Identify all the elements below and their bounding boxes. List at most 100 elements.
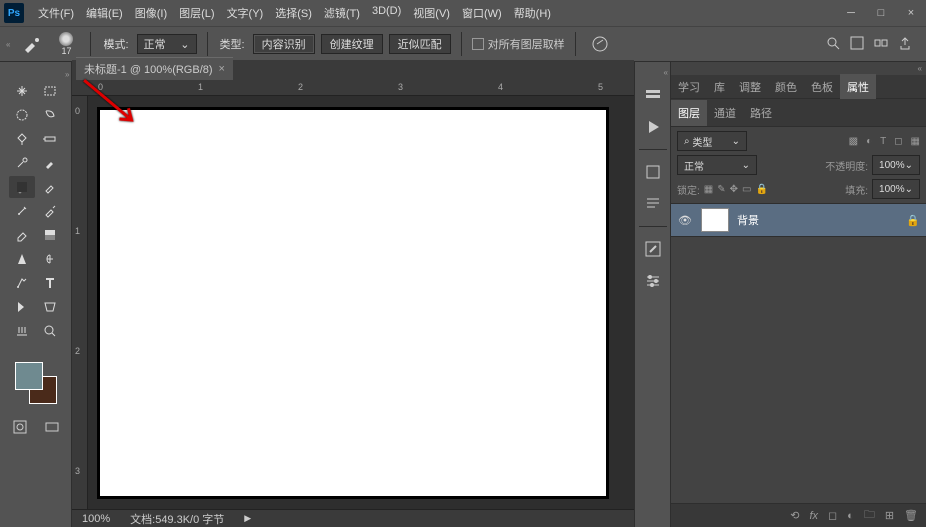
history-brush-tool[interactable] — [37, 200, 63, 222]
close-button[interactable]: × — [896, 0, 926, 26]
history-icon[interactable] — [639, 81, 667, 109]
menu-item[interactable]: 文字(Y) — [221, 1, 270, 25]
blur-tool[interactable] — [9, 248, 35, 270]
menu-item[interactable]: 图像(I) — [129, 1, 173, 25]
magic-wand-tool[interactable] — [9, 128, 35, 150]
create-texture-button[interactable]: 创建纹理 — [321, 34, 383, 54]
new-layer-icon[interactable]: ⊞ — [885, 509, 894, 522]
workspace-icon[interactable] — [874, 36, 888, 53]
play-icon[interactable] — [639, 113, 667, 141]
filter-adjust-icon[interactable]: ◐ — [866, 136, 872, 147]
share-icon[interactable] — [898, 36, 912, 53]
menu-item[interactable]: 图层(L) — [173, 1, 220, 25]
pressure-icon[interactable] — [586, 30, 614, 58]
layer-row[interactable]: 👁 背景 🔒 — [671, 204, 926, 237]
menu-item[interactable]: 3D(D) — [366, 1, 407, 25]
quickmask-icon[interactable] — [7, 416, 33, 438]
hand-tool[interactable] — [9, 320, 35, 342]
maximize-button[interactable]: □ — [866, 0, 896, 26]
panel-tab[interactable]: 库 — [707, 74, 732, 100]
lock-pixels-icon[interactable]: ▦ — [704, 184, 713, 195]
layer-blend-dropdown[interactable]: 正常⌄ — [677, 155, 757, 175]
tab-close-icon[interactable]: × — [219, 63, 225, 75]
type-tool[interactable] — [37, 272, 63, 294]
group-icon[interactable]: 🗀 — [864, 506, 875, 525]
zoom-level[interactable]: 100% — [82, 513, 110, 525]
screenmode-icon[interactable] — [39, 416, 65, 438]
ellipse-marquee-tool[interactable] — [9, 104, 35, 126]
menu-item[interactable]: 选择(S) — [269, 1, 318, 25]
layer-mask-icon[interactable]: ◻ — [828, 509, 837, 522]
layer-name[interactable]: 背景 — [737, 212, 898, 228]
lock-all-icon[interactable]: 🔒 — [755, 184, 767, 195]
menu-item[interactable]: 文件(F) — [32, 1, 80, 25]
panel-tab[interactable]: 属性 — [840, 74, 876, 100]
spot-healing-tool[interactable] — [9, 176, 35, 198]
proximity-match-button[interactable]: 近似匹配 — [389, 34, 451, 54]
delete-layer-icon[interactable]: 🗑 — [904, 509, 918, 522]
document-tab[interactable]: 未标题-1 @ 100%(RGB/8) × — [76, 57, 233, 80]
minimize-button[interactable]: ─ — [836, 0, 866, 26]
toolbox-collapse[interactable]: » — [0, 70, 72, 80]
visibility-icon[interactable]: 👁 — [677, 214, 693, 227]
search-icon[interactable] — [826, 36, 840, 53]
blend-mode-dropdown[interactable]: 正常⌄ — [137, 34, 197, 54]
fill-adjust-icon[interactable]: ◐ — [847, 510, 854, 522]
layer-fx-icon[interactable]: fx — [809, 510, 818, 522]
menu-item[interactable]: 视图(V) — [407, 1, 456, 25]
dock-collapse[interactable]: « — [664, 68, 668, 77]
brush-settings-icon[interactable] — [639, 235, 667, 263]
panel-tab[interactable]: 路径 — [743, 100, 779, 126]
sample-all-layers-checkbox[interactable]: 对所有图层取样 — [472, 36, 565, 52]
menu-item[interactable]: 滤镜(T) — [318, 1, 366, 25]
crop-tool[interactable] — [37, 128, 63, 150]
content-aware-button[interactable]: 内容识别 — [253, 34, 315, 54]
tool-preset-icon[interactable] — [18, 30, 46, 58]
fill-input[interactable]: 100%⌄ — [872, 179, 920, 199]
brush-preview[interactable]: 17 — [52, 30, 80, 58]
character-icon[interactable] — [639, 158, 667, 186]
adjustments-icon[interactable] — [639, 267, 667, 295]
lock-brush-icon[interactable]: ✎ — [717, 184, 725, 195]
filter-type-icon[interactable]: T — [880, 136, 886, 147]
opacity-input[interactable]: 100%⌄ — [872, 155, 920, 175]
zoom-tool[interactable] — [37, 320, 63, 342]
link-layers-icon[interactable]: ⟲ — [790, 509, 799, 522]
layer-thumbnail[interactable] — [701, 208, 729, 232]
collapse-chevron[interactable]: « — [6, 40, 10, 49]
color-swatches[interactable] — [15, 362, 57, 404]
gradient-tool[interactable] — [37, 224, 63, 246]
panel-tab[interactable]: 颜色 — [768, 74, 804, 100]
eraser-tool[interactable] — [9, 224, 35, 246]
pen-tool[interactable] — [9, 272, 35, 294]
path-select-tool[interactable] — [9, 296, 35, 318]
arrange-icon[interactable] — [850, 36, 864, 53]
lasso-tool[interactable] — [37, 104, 63, 126]
dodge-tool[interactable] — [37, 248, 63, 270]
layer-filter-dropdown[interactable]: ⌕ 类型⌄ — [677, 131, 747, 151]
foreground-swatch[interactable] — [15, 362, 43, 390]
panel-tab[interactable]: 色板 — [804, 74, 840, 100]
filter-pixel-icon[interactable]: ▩ — [849, 136, 858, 147]
doc-info[interactable]: 文档:549.3K/0 字节 — [130, 511, 224, 527]
panel-tab[interactable]: 图层 — [671, 100, 707, 126]
shape-tool[interactable] — [37, 296, 63, 318]
panel-tab[interactable]: 通道 — [707, 100, 743, 126]
brush-tool[interactable] — [37, 176, 63, 198]
panel-tab[interactable]: 调整 — [732, 74, 768, 100]
clone-stamp-tool[interactable] — [9, 200, 35, 222]
healing-brush-tool[interactable] — [37, 152, 63, 174]
move-tool[interactable] — [9, 80, 35, 102]
menu-item[interactable]: 窗口(W) — [456, 1, 508, 25]
eyedropper-tool[interactable] — [9, 152, 35, 174]
filter-shape-icon[interactable]: ◻ — [894, 136, 902, 147]
filter-smart-icon[interactable]: ▦ — [911, 136, 920, 147]
paragraph-icon[interactable] — [639, 190, 667, 218]
lock-position-icon[interactable]: ✥ — [730, 184, 738, 195]
marquee-tool[interactable] — [37, 80, 63, 102]
menu-item[interactable]: 帮助(H) — [508, 1, 557, 25]
menu-item[interactable]: 编辑(E) — [80, 1, 129, 25]
lock-artboard-icon[interactable]: ▭ — [742, 184, 751, 195]
canvas[interactable] — [98, 108, 608, 498]
panel-tab[interactable]: 学习 — [671, 74, 707, 100]
